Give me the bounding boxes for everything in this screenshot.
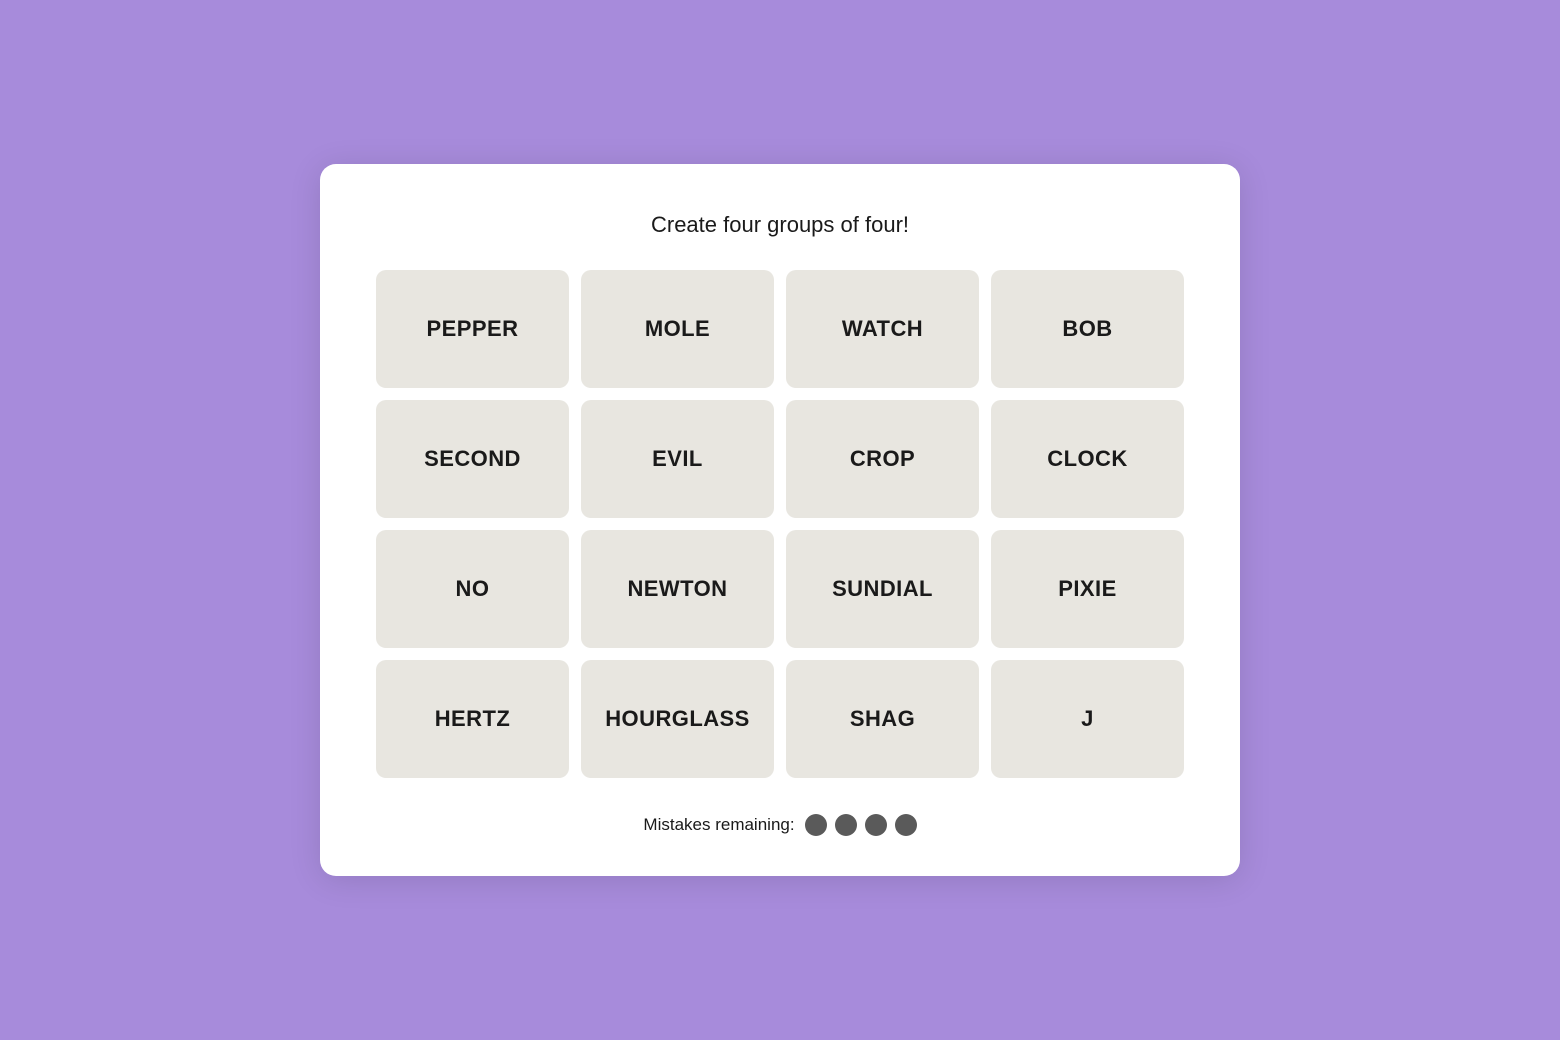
mistakes-dots (805, 814, 917, 836)
word-card[interactable]: BOB (991, 270, 1184, 388)
word-card[interactable]: PIXIE (991, 530, 1184, 648)
mistake-dot (895, 814, 917, 836)
word-grid: PEPPERMOLEWATCHBOB SECONDEVILCROPCLOCK NON… (376, 270, 1184, 778)
word-card[interactable]: HOURGLASS (581, 660, 774, 778)
word-card[interactable]: SHAG (786, 660, 979, 778)
mistakes-row: Mistakes remaining: (376, 814, 1184, 836)
word-card[interactable]: SECOND (376, 400, 569, 518)
word-card[interactable]: EVIL (581, 400, 774, 518)
word-card[interactable]: NO (376, 530, 569, 648)
mistake-dot (865, 814, 887, 836)
word-card[interactable]: CLOCK (991, 400, 1184, 518)
word-card[interactable]: PEPPER (376, 270, 569, 388)
word-card[interactable]: WATCH (786, 270, 979, 388)
mistakes-label: Mistakes remaining: (643, 815, 794, 835)
word-card[interactable]: MOLE (581, 270, 774, 388)
mistake-dot (835, 814, 857, 836)
word-card[interactable]: NEWTON (581, 530, 774, 648)
game-title: Create four groups of four! (376, 212, 1184, 238)
word-card[interactable]: HERTZ (376, 660, 569, 778)
word-card[interactable]: SUNDIAL (786, 530, 979, 648)
word-card[interactable]: CROP (786, 400, 979, 518)
word-card[interactable]: J (991, 660, 1184, 778)
game-container: Create four groups of four! PEPPERMOLEWA… (320, 164, 1240, 876)
mistake-dot (805, 814, 827, 836)
